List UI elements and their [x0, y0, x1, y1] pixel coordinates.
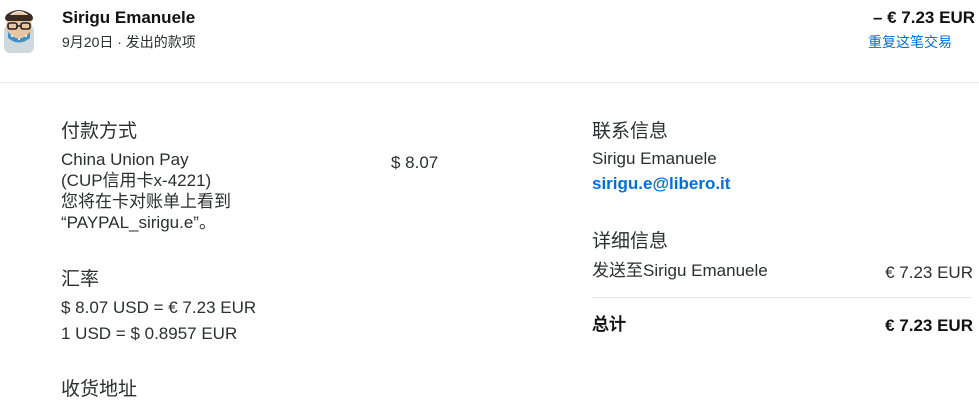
details-divider [592, 297, 972, 298]
transaction-amount: – € 7.23 EUR [872, 8, 975, 27]
sent-to-amount: € 7.23 EUR [885, 263, 973, 282]
exchange-conversion: $ 8.07 USD = € 7.23 EUR [61, 298, 257, 317]
payment-method-title: 付款方式 [61, 121, 138, 142]
exchange-rate-title: 汇率 [61, 269, 100, 290]
exchange-rate-value: 1 USD = $ 0.8957 EUR [61, 324, 238, 343]
counterparty-name: Sirigu Emanuele [62, 8, 196, 27]
shipping-address-title: 收货地址 [61, 379, 138, 400]
contact-name: Sirigu Emanuele [592, 149, 717, 168]
payment-statement-note: 您将在卡对账单上看到 [61, 192, 231, 211]
sent-to-label: 发送至Sirigu Emanuele [592, 261, 768, 280]
payment-method-name: China Union Pay [61, 150, 189, 169]
repeat-transaction-link[interactable]: 重复这笔交易 [868, 32, 952, 52]
payment-amount: $ 8.07 [391, 153, 439, 172]
details-title: 详细信息 [592, 231, 669, 252]
contact-info-title: 联系信息 [592, 121, 669, 142]
total-label: 总计 [592, 315, 626, 334]
transaction-date-type: 9月20日 · 发出的款项 [62, 34, 196, 50]
contact-email-link[interactable]: sirigu.e@libero.it [592, 173, 730, 194]
payment-card-info: (CUP信用卡x-4221) [61, 171, 212, 190]
payment-statement-descriptor: “PAYPAL_sirigu.e”。 [61, 213, 216, 232]
avatar [0, 5, 38, 53]
transaction-header: Sirigu Emanuele 9月20日 · 发出的款项 – € 7.23 E… [0, 0, 979, 83]
total-amount: € 7.23 EUR [885, 316, 973, 335]
